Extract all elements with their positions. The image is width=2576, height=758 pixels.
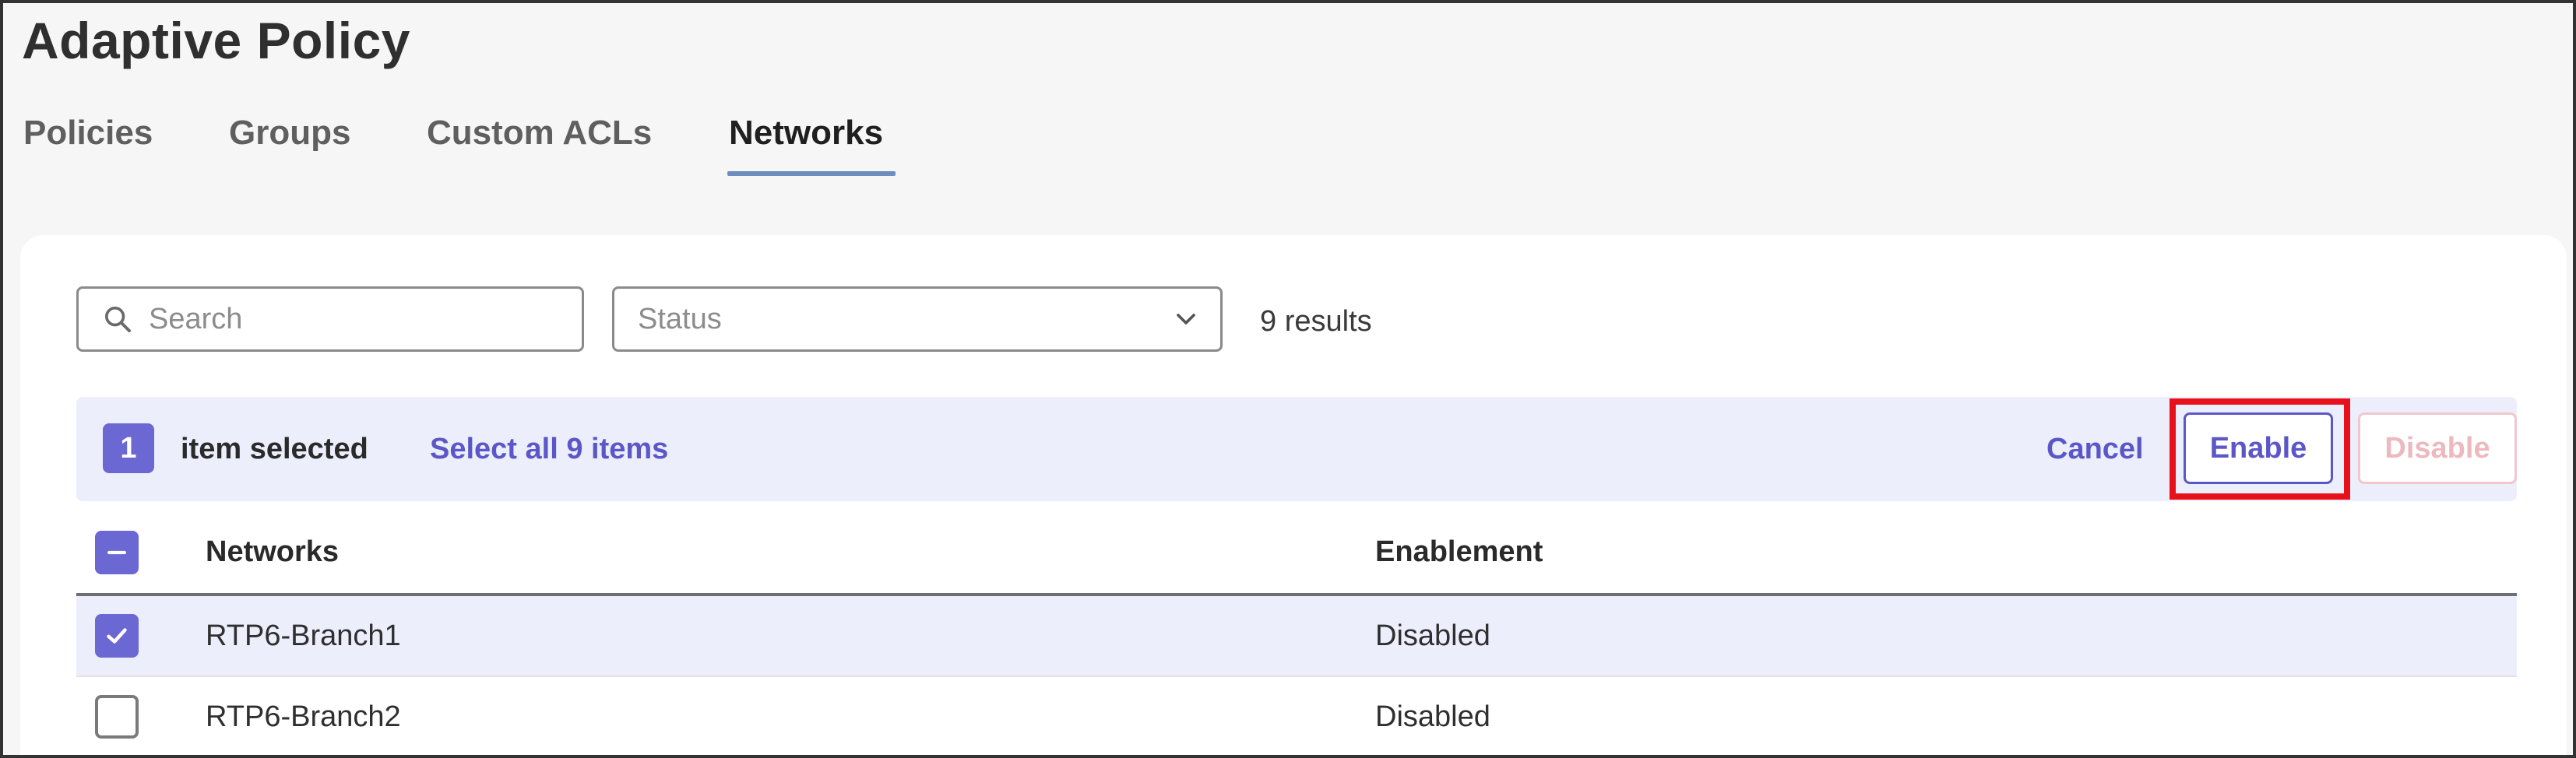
column-header-enablement[interactable]: Enablement <box>1375 535 1543 569</box>
status-dropdown-label: Status <box>638 302 722 335</box>
active-tab-indicator <box>727 171 896 176</box>
tab-groups[interactable]: Groups <box>229 114 350 153</box>
select-all-checkbox[interactable] <box>95 531 139 574</box>
row-checkbox[interactable] <box>95 695 139 739</box>
column-header-networks[interactable]: Networks <box>206 535 339 569</box>
enablement-status: Disabled <box>1375 700 1490 733</box>
tab-networks[interactable]: Networks <box>729 114 883 153</box>
app-frame: Adaptive Policy Policies Groups Custom A… <box>0 0 2576 758</box>
cancel-button[interactable]: Cancel <box>2046 433 2144 466</box>
select-all-link[interactable]: Select all 9 items <box>430 433 668 466</box>
page-title: Adaptive Policy <box>22 12 410 69</box>
table-header: Networks Enablement <box>76 512 2517 596</box>
table-row[interactable]: RTP6-Branch2 Disabled <box>76 677 2517 755</box>
search-input[interactable] <box>147 301 555 337</box>
disable-button: Disable <box>2358 412 2517 484</box>
results-count: 9 results <box>1260 305 1372 338</box>
selection-bar: 1 item selected Select all 9 items Cance… <box>76 397 2517 501</box>
search-icon <box>105 307 131 332</box>
network-name: RTP6-Branch1 <box>206 619 401 652</box>
enable-button[interactable]: Enable <box>2184 412 2333 484</box>
network-name: RTP6-Branch2 <box>206 700 401 733</box>
networks-card: Status 9 results 1 item selected Select … <box>20 235 2567 755</box>
tab-policies[interactable]: Policies <box>23 114 153 153</box>
selected-text: item selected <box>181 433 368 465</box>
minus-icon <box>107 550 127 555</box>
networks-table: Networks Enablement RTP6-Branch1 Disable… <box>76 512 2517 755</box>
tab-custom-acls[interactable]: Custom ACLs <box>427 114 652 153</box>
check-icon <box>107 628 127 644</box>
enablement-status: Disabled <box>1375 619 1490 652</box>
selected-count-badge: 1 <box>103 423 154 473</box>
row-checkbox[interactable] <box>95 614 139 658</box>
table-row[interactable]: RTP6-Branch1 Disabled <box>76 596 2517 677</box>
chevron-down-icon <box>1177 314 1195 325</box>
status-dropdown[interactable]: Status <box>612 286 1223 352</box>
search-box[interactable] <box>76 286 584 352</box>
